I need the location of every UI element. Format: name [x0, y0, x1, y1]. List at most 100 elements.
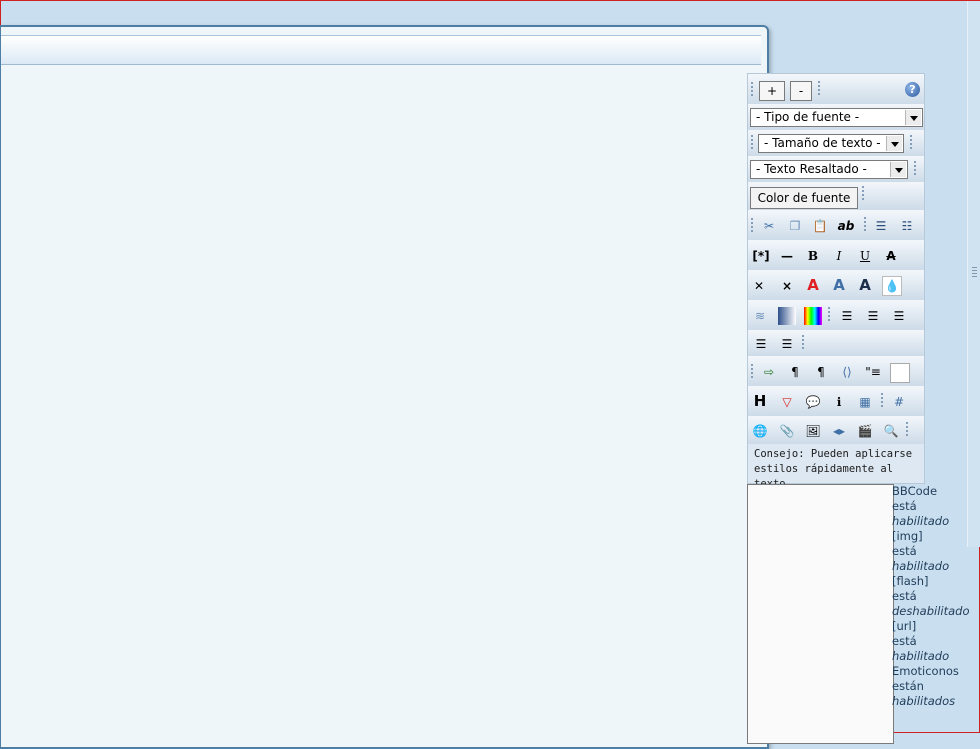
- text-size-select[interactable]: - Tamaño de texto -: [758, 134, 904, 153]
- chevron-down-icon[interactable]: [886, 136, 902, 151]
- font-outline-icon[interactable]: A: [804, 276, 822, 294]
- toolbar-row-alignment: ≋ ☰ ☰ ☰: [748, 300, 924, 331]
- chevron-down-icon[interactable]: [905, 110, 921, 125]
- table-icon[interactable]: ▦: [856, 393, 874, 411]
- info-icon[interactable]: ℹ: [830, 393, 848, 411]
- emoticons-state: están: [892, 679, 924, 693]
- url-link[interactable]: [url]: [892, 619, 980, 634]
- flash-link[interactable]: [flash]: [892, 574, 980, 589]
- editor-window: [0, 25, 769, 749]
- toolbar-grip[interactable]: [881, 392, 883, 408]
- toolbar-grip[interactable]: [751, 363, 753, 379]
- toolbar-row-align-right: ☰ ☰: [748, 330, 924, 357]
- toolbar-row-font-effects: ✕ × A A A 💧: [748, 270, 924, 301]
- align-center-icon[interactable]: ☰: [890, 307, 908, 325]
- toolbar-grip[interactable]: [751, 217, 753, 233]
- chevron-down-icon[interactable]: [890, 162, 906, 177]
- toolbar-grip[interactable]: [802, 334, 804, 350]
- toolbar-grip[interactable]: [818, 80, 820, 96]
- toolbar-grip[interactable]: [864, 216, 866, 232]
- scroll-icon[interactable]: ≋: [751, 307, 769, 325]
- rainbow-icon[interactable]: [804, 307, 822, 325]
- flash-icon[interactable]: ◂▸: [830, 422, 848, 440]
- toolbar-row-text-size: - Tamaño de texto -: [748, 130, 924, 157]
- youtube-icon[interactable]: 🎬: [856, 422, 874, 440]
- attachment-icon[interactable]: 📎: [778, 422, 796, 440]
- url-state: habilitado: [892, 649, 950, 663]
- link-icon[interactable]: 🌐: [751, 422, 769, 440]
- strikethrough-icon[interactable]: A: [882, 247, 900, 265]
- bbcode-status-list: BBCode está habilitado [img] está habili…: [892, 484, 980, 709]
- toolbar-grip[interactable]: [751, 81, 753, 97]
- insert-icon[interactable]: ⇨: [760, 363, 778, 381]
- smilies-box: [747, 484, 894, 744]
- decrease-editor-button[interactable]: -: [790, 81, 812, 101]
- toolbar-grip[interactable]: [910, 134, 912, 150]
- horizontal-rule-icon[interactable]: —: [778, 247, 796, 265]
- subscript-icon[interactable]: ✕: [750, 277, 768, 295]
- bullet-list-icon[interactable]: ☰: [872, 217, 890, 235]
- cut-icon[interactable]: ✂: [760, 217, 778, 235]
- emoticons-link[interactable]: Emoticonos: [892, 664, 980, 679]
- drop-icon[interactable]: 💧: [882, 276, 902, 296]
- toolbar-row-zoom: + - ?: [748, 74, 924, 105]
- spellcheck-icon[interactable]: ab: [837, 217, 855, 235]
- image-icon[interactable]: 🖼: [804, 422, 822, 440]
- paste-icon[interactable]: 📋: [811, 217, 829, 235]
- warning-icon[interactable]: ▽: [778, 393, 796, 411]
- font-color-button[interactable]: Color de fuente: [750, 187, 858, 209]
- toolbar-row-blocks: H ▽ 💬 ℹ ▦ #: [748, 386, 924, 417]
- increase-editor-button[interactable]: +: [759, 81, 785, 101]
- gradient-icon[interactable]: [778, 307, 796, 325]
- code-icon[interactable]: ⟨⟩: [838, 363, 856, 381]
- toolbar-grip[interactable]: [828, 306, 830, 322]
- editor-topbar: [1, 35, 761, 65]
- text-size-value: - Tamaño de texto -: [764, 136, 881, 150]
- toolbar-row-font-type: - Tipo de fuente -: [748, 104, 924, 131]
- font-type-value: - Tipo de fuente -: [756, 110, 860, 124]
- toolbar-grip[interactable]: [862, 185, 864, 201]
- toolbar-row-clipboard: ✂ ❐ 📋 ab ☰ ☷: [748, 210, 924, 241]
- justify-icon[interactable]: ☰: [838, 307, 856, 325]
- speech-bubble-icon[interactable]: 💬: [804, 393, 822, 411]
- indent-icon[interactable]: ☰: [778, 335, 796, 353]
- list-item-icon[interactable]: [*]: [752, 247, 770, 265]
- underline-icon[interactable]: U: [856, 247, 874, 265]
- message-textarea[interactable]: [1, 65, 759, 747]
- font-glow-icon[interactable]: A: [856, 276, 874, 294]
- numbered-list-icon[interactable]: ☷: [898, 217, 916, 235]
- italic-icon[interactable]: I: [830, 247, 848, 265]
- flash-state: deshabilitado: [892, 604, 970, 618]
- bbcode-state: habilitado: [892, 514, 950, 528]
- toolbar-row-font-color: Color de fuente: [748, 182, 924, 211]
- font-shadow-icon[interactable]: A: [830, 276, 848, 294]
- blank-icon[interactable]: [890, 363, 910, 383]
- quote-icon[interactable]: "≡: [864, 363, 882, 381]
- scrollbar-grip[interactable]: [972, 267, 977, 277]
- img-link[interactable]: [img]: [892, 529, 980, 544]
- hash-icon[interactable]: #: [890, 393, 908, 411]
- bold-icon[interactable]: B: [804, 247, 822, 265]
- page-scrollbar[interactable]: [967, 1, 980, 547]
- bbcode-link[interactable]: BBCode: [892, 484, 980, 499]
- copy-icon[interactable]: ❐: [786, 217, 804, 235]
- toolbar-grip[interactable]: [906, 421, 908, 437]
- highlight-select[interactable]: - Texto Resaltado -: [750, 160, 908, 179]
- toolbar-grip[interactable]: [751, 134, 753, 150]
- editor-toolbar-panel: + - ? - Tipo de fuente - - Tamaño de tex…: [747, 73, 925, 490]
- font-type-select[interactable]: - Tipo de fuente -: [750, 108, 923, 127]
- img-state: habilitado: [892, 559, 950, 573]
- align-right-icon[interactable]: ☰: [752, 335, 770, 353]
- ltr-icon[interactable]: ¶: [786, 363, 804, 381]
- toolbar-grip[interactable]: [914, 160, 916, 176]
- url-state: está: [892, 634, 917, 648]
- heading-icon[interactable]: H: [751, 392, 769, 410]
- superscript-icon[interactable]: ×: [778, 277, 796, 295]
- emoticons-state: habilitados: [892, 694, 956, 708]
- highlight-value: - Texto Resaltado -: [756, 162, 867, 176]
- rtl-icon[interactable]: ¶: [812, 363, 830, 381]
- align-left-icon[interactable]: ☰: [864, 307, 882, 325]
- search-icon[interactable]: 🔍: [882, 422, 900, 440]
- help-icon[interactable]: ?: [905, 82, 920, 97]
- img-state: está: [892, 544, 917, 558]
